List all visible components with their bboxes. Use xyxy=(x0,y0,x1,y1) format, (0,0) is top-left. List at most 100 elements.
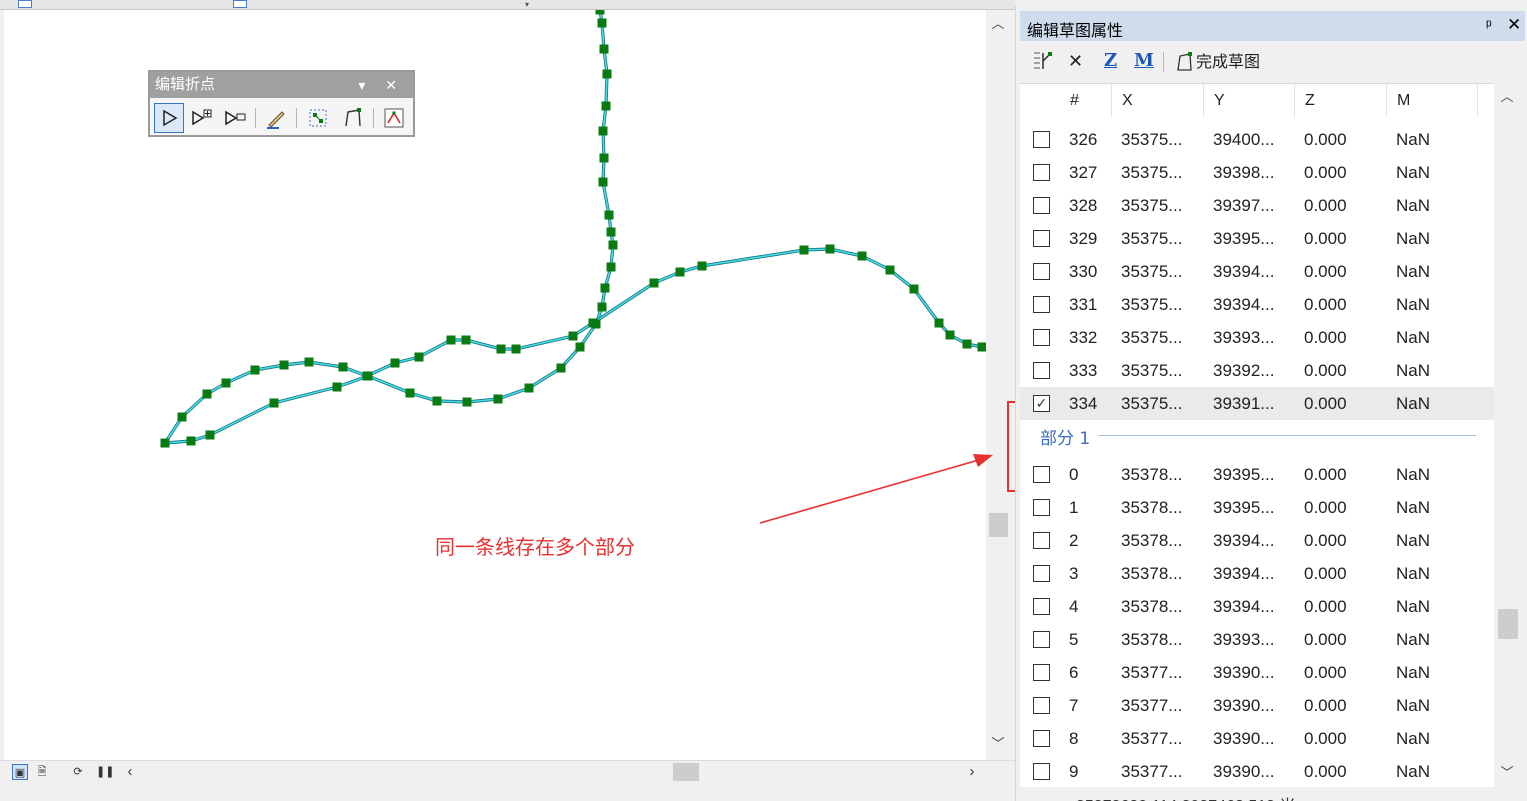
vertex-checkbox[interactable]: ✓ xyxy=(1033,395,1050,412)
vertex-marker[interactable] xyxy=(962,339,972,349)
select-vertex-icon[interactable] xyxy=(154,103,184,133)
vertex-marker[interactable] xyxy=(575,342,585,352)
data-view-button[interactable]: ▣ xyxy=(12,764,28,780)
vertex-marker[interactable] xyxy=(250,365,260,375)
vertex-marker[interactable] xyxy=(462,397,472,407)
scroll-thumb[interactable] xyxy=(1498,609,1518,639)
table-row[interactable]: 329 35375... 39395... 0.000 NaN xyxy=(1020,222,1494,255)
delete-vertex-button[interactable]: ✕ xyxy=(1068,49,1083,73)
insert-vertex-icon[interactable] xyxy=(1030,49,1056,73)
vertex-marker[interactable] xyxy=(362,371,372,381)
vertex-marker[interactable] xyxy=(556,363,566,373)
scroll-right-icon[interactable]: › xyxy=(964,764,980,780)
toolbar-title-bar[interactable]: 编辑折点 ▾ ✕ xyxy=(150,72,413,98)
close-icon[interactable]: ✕ xyxy=(1507,15,1521,35)
vertex-checkbox[interactable] xyxy=(1033,296,1050,313)
vertex-checkbox[interactable] xyxy=(1033,664,1050,681)
reshape-icon[interactable] xyxy=(338,103,368,133)
vertex-checkbox[interactable] xyxy=(1033,697,1050,714)
vertex-marker[interactable] xyxy=(461,335,471,345)
col-header-x[interactable]: X xyxy=(1112,84,1204,117)
vertex-marker[interactable] xyxy=(697,261,707,271)
table-row[interactable]: 9 35377... 39390... 0.000 NaN xyxy=(1020,755,1494,787)
vertex-marker[interactable] xyxy=(600,283,610,293)
vertex-marker[interactable] xyxy=(177,412,187,422)
table-row[interactable]: 0 35378... 39395... 0.000 NaN xyxy=(1020,458,1494,491)
vertex-marker[interactable] xyxy=(598,126,608,136)
table-row[interactable]: 326 35375... 39400... 0.000 NaN xyxy=(1020,123,1494,156)
chevron-down-icon[interactable]: ▾ xyxy=(520,0,534,9)
add-vertex-icon[interactable] xyxy=(187,103,217,133)
select-vertices-box-icon[interactable] xyxy=(303,103,333,133)
scroll-down-icon[interactable]: ﹀ xyxy=(1494,761,1520,785)
m-values-button[interactable]: M xyxy=(1134,49,1154,73)
vertex-marker[interactable] xyxy=(221,378,231,388)
horizontal-scroll-thumb[interactable] xyxy=(673,763,699,781)
table-row[interactable]: 2 35378... 39394... 0.000 NaN xyxy=(1020,524,1494,557)
table-row[interactable]: 6 35377... 39390... 0.000 NaN xyxy=(1020,656,1494,689)
table-row[interactable]: 1 35378... 39395... 0.000 NaN xyxy=(1020,491,1494,524)
col-header-z[interactable]: Z xyxy=(1295,84,1387,117)
vertex-marker[interactable] xyxy=(588,318,598,328)
refresh-icon[interactable]: ⟳ xyxy=(70,764,86,780)
vertex-marker[interactable] xyxy=(279,360,289,370)
vertex-marker[interactable] xyxy=(414,352,424,362)
vertex-marker[interactable] xyxy=(186,436,196,446)
z-values-button[interactable]: Z xyxy=(1104,49,1117,73)
table-row[interactable]: 330 35375... 39394... 0.000 NaN xyxy=(1020,255,1494,288)
top-field-left[interactable] xyxy=(18,0,32,8)
vertex-checkbox[interactable] xyxy=(1033,532,1050,549)
vertex-checkbox[interactable] xyxy=(1033,230,1050,247)
vertex-marker[interactable] xyxy=(496,344,506,354)
vertex-checkbox[interactable] xyxy=(1033,631,1050,648)
scroll-up-icon[interactable]: ︿ xyxy=(986,12,1010,36)
vertex-marker[interactable] xyxy=(205,430,215,440)
vertex-marker[interactable] xyxy=(390,358,400,368)
table-row[interactable]: 5 35378... 39393... 0.000 NaN xyxy=(1020,623,1494,656)
vertex-marker[interactable] xyxy=(599,153,609,163)
vertex-checkbox[interactable] xyxy=(1033,763,1050,780)
vertex-marker[interactable] xyxy=(608,240,618,250)
finish-sketch-icon[interactable] xyxy=(379,103,409,133)
vertex-marker[interactable] xyxy=(825,244,835,254)
vertex-checkbox[interactable] xyxy=(1033,499,1050,516)
vertex-marker[interactable] xyxy=(601,101,611,111)
vertex-marker[interactable] xyxy=(202,389,212,399)
vertex-checkbox[interactable] xyxy=(1033,164,1050,181)
table-row[interactable]: 327 35375... 39398... 0.000 NaN xyxy=(1020,156,1494,189)
table-row[interactable]: 8 35377... 39390... 0.000 NaN xyxy=(1020,722,1494,755)
vertex-marker[interactable] xyxy=(599,44,609,54)
vertex-marker[interactable] xyxy=(602,69,612,79)
table-row[interactable]: 328 35375... 39397... 0.000 NaN xyxy=(1020,189,1494,222)
layout-view-button[interactable]: 🗎 xyxy=(34,764,50,780)
vertex-marker[interactable] xyxy=(597,302,607,312)
vertex-checkbox[interactable] xyxy=(1033,466,1050,483)
vertex-marker[interactable] xyxy=(598,177,608,187)
table-row[interactable]: 7 35377... 39390... 0.000 NaN xyxy=(1020,689,1494,722)
vertex-marker[interactable] xyxy=(446,335,456,345)
vertex-marker[interactable] xyxy=(909,284,919,294)
vertex-marker[interactable] xyxy=(511,344,521,354)
vertex-marker[interactable] xyxy=(799,245,809,255)
vertex-checkbox[interactable] xyxy=(1033,565,1050,582)
vertex-marker[interactable] xyxy=(432,396,442,406)
vertex-marker[interactable] xyxy=(332,382,342,392)
col-header-y[interactable]: Y xyxy=(1204,84,1295,117)
line-part-1[interactable] xyxy=(164,248,983,444)
vertex-marker[interactable] xyxy=(857,251,867,261)
vertex-marker[interactable] xyxy=(160,438,170,448)
pin-icon[interactable]: ᵖ xyxy=(1486,17,1492,34)
vertex-checkbox[interactable] xyxy=(1033,263,1050,280)
vertex-marker[interactable] xyxy=(524,383,534,393)
vertex-checkbox[interactable] xyxy=(1033,362,1050,379)
table-row[interactable]: 4 35378... 39394... 0.000 NaN xyxy=(1020,590,1494,623)
vertex-checkbox[interactable] xyxy=(1033,329,1050,346)
vertex-marker[interactable] xyxy=(885,265,895,275)
vertex-marker[interactable] xyxy=(977,342,987,352)
vertex-marker[interactable] xyxy=(405,388,415,398)
table-row[interactable]: 3 35378... 39394... 0.000 NaN xyxy=(1020,557,1494,590)
table-row[interactable]: 332 35375... 39393... 0.000 NaN xyxy=(1020,321,1494,354)
grid-vertical-scrollbar[interactable]: ︿ ﹀ xyxy=(1494,83,1520,787)
finish-sketch-button[interactable]: 完成草图 xyxy=(1174,49,1260,73)
vertex-marker[interactable] xyxy=(338,362,348,372)
